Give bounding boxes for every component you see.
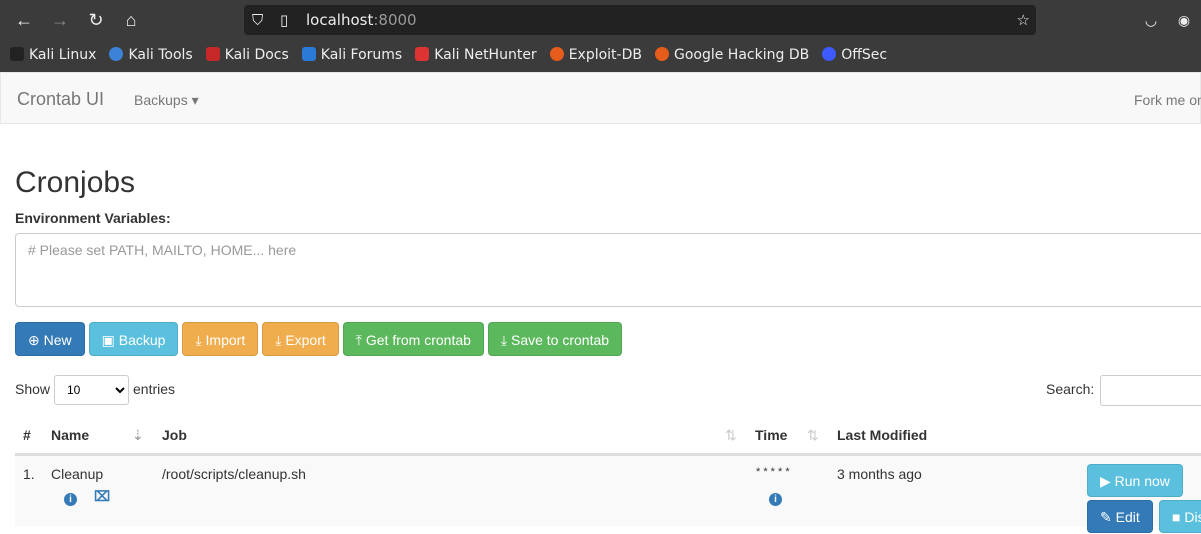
col-job[interactable]: Job [162,427,187,443]
upload-icon: ⤒ [355,332,366,348]
plus-circle-icon: ⊕ [28,332,44,348]
play-icon: ▶ [1100,473,1115,489]
page-size-select[interactable]: 10 [54,375,129,405]
reload-icon[interactable]: ↻ [85,9,107,31]
browser-chrome: ← → ↻ ⌂ ⛉ ▯ localhost:8000 ☆ ◡ ◉ Kali Li… [0,0,1201,72]
bookmark[interactable]: Kali Tools [109,42,193,68]
get-from-crontab-button[interactable]: ⤒ Get from crontab [342,322,484,356]
disable-button[interactable]: ■ Disable [1159,500,1201,533]
bookmarks-bar: Kali Linux Kali Tools Kali Docs Kali For… [10,42,887,68]
kali-docs-icon [205,47,220,61]
row-name: Cleanup [51,466,104,482]
col-last-modified[interactable]: Last Modified [837,427,927,443]
row-time: * * * * * [756,466,790,478]
page-icon: ▯ [280,11,289,29]
star-icon[interactable]: ☆ [1017,5,1030,35]
shield-icon: ⛉ [252,11,264,29]
back-icon[interactable]: ← [13,9,35,31]
bookmark[interactable]: Exploit-DB [549,42,642,68]
bookmark[interactable]: Kali Linux [10,42,96,68]
new-button[interactable]: ⊕ New [15,322,85,356]
bookmark[interactable]: Google Hacking DB [654,42,809,68]
sort-asc-icon[interactable]: ⇣ [132,427,144,444]
row-index: 1. [23,466,35,482]
navbar: Crontab UI Backups ▾ Fork me on GitHub [0,72,1201,124]
fork-link[interactable]: Fork me on GitHub [1134,92,1201,108]
offsec-icon [822,47,837,61]
search-input[interactable] [1100,375,1201,406]
url-bar[interactable]: ⛉ ▯ localhost:8000 ☆ [244,5,1036,35]
home-icon[interactable]: ⌂ [120,9,142,31]
bookmark[interactable]: Kali NetHunter [415,42,537,68]
url-host: localhost [306,11,374,29]
entries-label: entries [133,381,176,397]
import-button[interactable]: ⤓ Import [182,322,259,356]
exploit-db-icon [549,47,564,61]
account-icon[interactable]: ◉ [1173,9,1195,31]
env-label: Environment Variables: [15,210,171,226]
stop-icon: ■ [1172,509,1185,525]
row-job: /root/scripts/cleanup.sh [162,466,306,482]
url-port: :8000 [373,11,417,29]
run-now-button[interactable]: ▶ Run now [1087,464,1183,497]
info-icon[interactable]: i [64,493,77,506]
bookmark[interactable]: Kali Docs [205,42,289,68]
col-index[interactable]: # [23,427,31,443]
edit-button[interactable]: ✎ Edit [1087,500,1153,533]
export-button[interactable]: ⤓ Export [262,322,339,356]
pocket-icon[interactable]: ◡ [1140,9,1162,31]
ghdb-icon [654,47,669,61]
env-input[interactable] [15,233,1201,307]
forward-icon[interactable]: → [49,9,71,31]
row-modified: 3 months ago [837,466,922,482]
download-icon: ⤓ [275,332,286,348]
backups-dropdown[interactable]: Backups ▾ [134,92,199,109]
floppy-icon: ▣ [101,332,119,348]
show-label: Show [15,381,51,397]
download-icon: ⤓ [500,332,511,348]
kali-tools-icon [109,47,124,61]
bookmark[interactable]: OffSec [822,42,887,68]
bookmark[interactable]: Kali Forums [301,42,402,68]
kali-forums-icon [301,47,316,61]
mailto-disabled-icon[interactable]: ⌧ [94,488,110,505]
search-label: Search: [1046,381,1095,397]
backup-button[interactable]: ▣ Backup [88,322,179,356]
page-title: Cronjobs [15,166,136,199]
col-name[interactable]: Name [51,427,89,443]
sort-icon[interactable]: ⇅ [807,427,819,444]
edit-icon: ✎ [1100,509,1116,525]
import-icon: ⤓ [195,332,206,348]
col-time[interactable]: Time [755,427,787,443]
brand[interactable]: Crontab UI [17,89,104,110]
info-icon[interactable]: i [769,493,782,506]
nethunter-icon [415,47,430,61]
save-to-crontab-button[interactable]: ⤓ Save to crontab [487,322,623,356]
sort-icon[interactable]: ⇅ [725,427,737,444]
kali-icon [10,47,24,61]
